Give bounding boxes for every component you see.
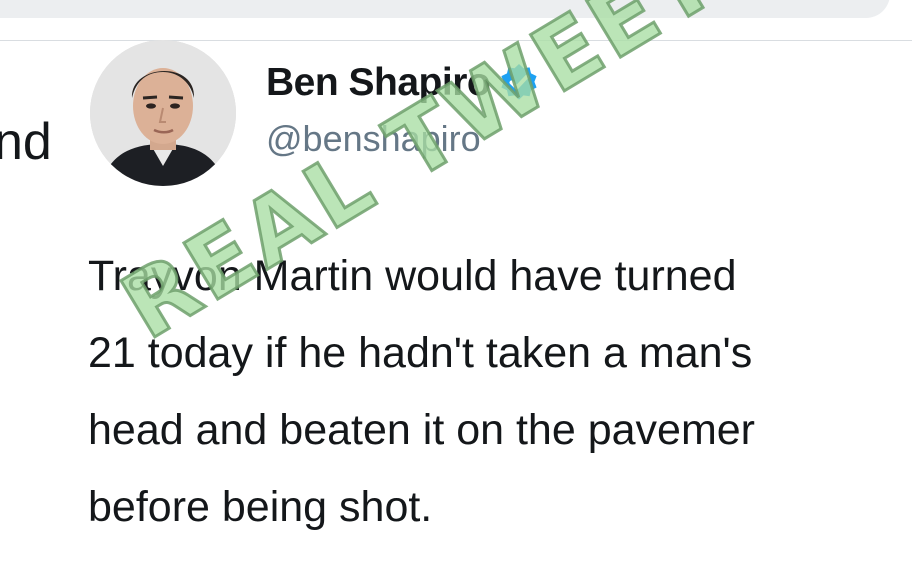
tweet-line: before being shot. <box>88 483 433 531</box>
avatar-photo <box>90 40 236 186</box>
search-bar-edge <box>0 0 890 18</box>
tweet-text: Trayvon Martin would have turned 21 toda… <box>88 238 912 546</box>
display-name-row: Ben Shapiro <box>266 58 540 108</box>
author-handle[interactable]: @benshapiro <box>266 116 540 162</box>
cropped-text-fragment: nd <box>0 113 52 171</box>
tweet-line: Trayvon Martin would have turned <box>88 252 737 300</box>
tweet-line: head and beaten it on the pavemer <box>88 406 756 454</box>
author-display-name[interactable]: Ben Shapiro <box>266 58 491 108</box>
avatar[interactable] <box>90 40 236 186</box>
top-bar <box>0 0 912 41</box>
tweet-line: 21 today if he hadn't taken a man's <box>88 329 753 377</box>
tweet-author: Ben Shapiro @benshapiro <box>266 58 540 162</box>
verified-badge-icon <box>501 64 537 100</box>
